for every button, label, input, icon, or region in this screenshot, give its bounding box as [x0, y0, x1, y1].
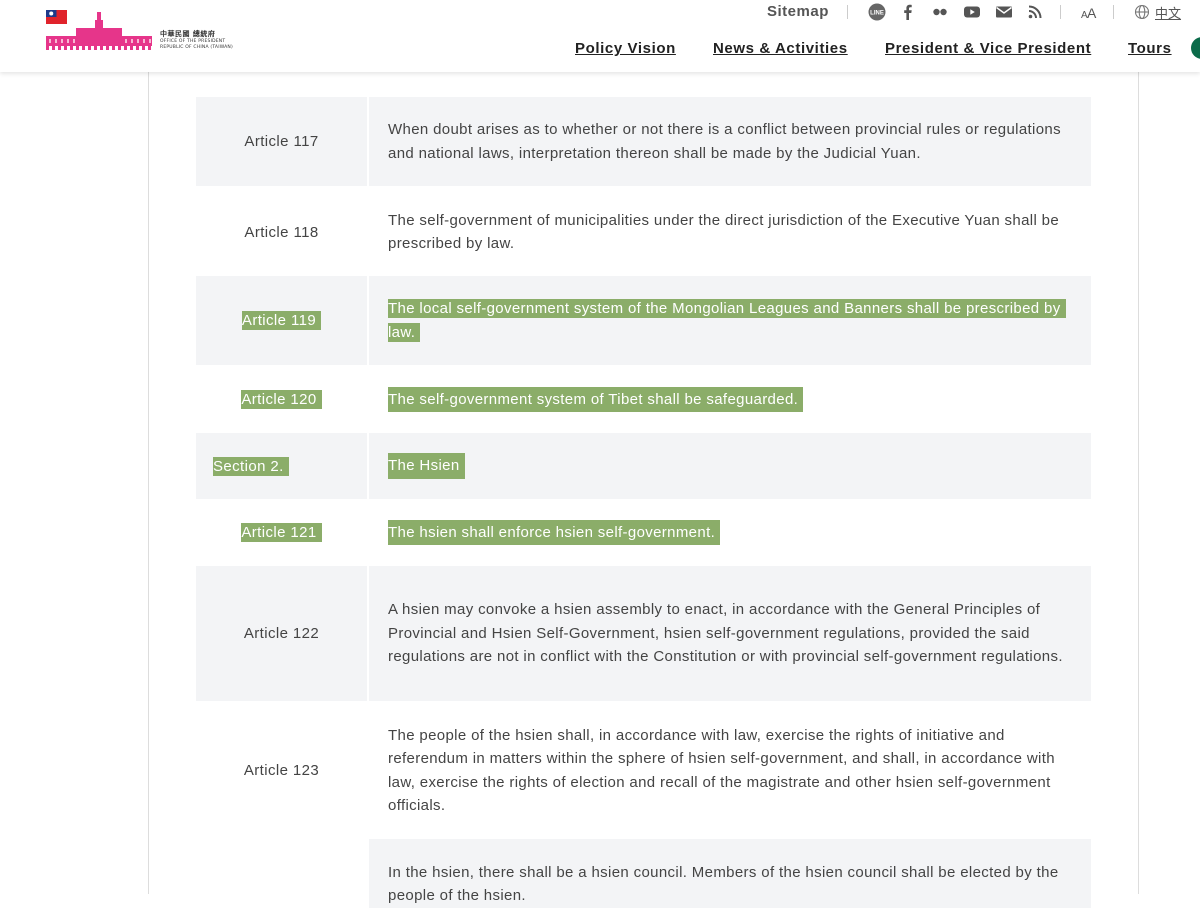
article-text: A hsien may convoke a hsien assembly to … — [388, 601, 1063, 666]
article-number-cell: Article 119 — [196, 276, 367, 365]
article-number-cell: Article 117 — [196, 97, 367, 186]
sitemap-link[interactable]: Sitemap — [767, 3, 829, 20]
section-number-cell: Section 2. — [196, 433, 367, 499]
font-size-icon[interactable]: A A — [1080, 3, 1098, 21]
article-number: Article 122 — [243, 625, 320, 642]
globe-icon[interactable] — [1134, 4, 1150, 20]
article-number: Article 120 — [241, 390, 322, 409]
article-text-cell: In the hsien, there shall be a hsien cou… — [369, 839, 1091, 908]
table-row: Article 120 The self-government system o… — [196, 366, 1091, 433]
article-text: The self-government of municipalities un… — [388, 211, 1060, 252]
article-text-cell: The people of the hsien shall, in accord… — [369, 702, 1091, 839]
article-number: Article 118 — [244, 223, 319, 241]
article-text: When doubt arises as to whether or not t… — [388, 121, 1061, 162]
utility-divider — [1113, 5, 1114, 19]
section-number: Section 2. — [213, 456, 289, 476]
svg-text:LINE: LINE — [870, 11, 884, 17]
article-number: Article 123 — [243, 762, 320, 779]
table-row: Article 121 The hsien shall enforce hsie… — [196, 499, 1091, 566]
content-border-left — [148, 72, 149, 894]
nav-policy-vision[interactable]: Policy Vision — [575, 40, 676, 57]
nav-president-vice-president[interactable]: President & Vice President — [885, 40, 1091, 57]
article-text: The hsien shall enforce hsien self-gover… — [388, 519, 721, 546]
nav-tours[interactable]: Tours — [1128, 40, 1172, 57]
site-header: 中華民國 總統府 OFFICE OF THE PRESIDENT REPUBLI… — [0, 0, 1200, 72]
article-number-cell: Article 121 — [196, 499, 367, 566]
facebook-icon[interactable] — [899, 3, 917, 21]
table-row: In the hsien, there shall be a hsien cou… — [196, 839, 1091, 908]
article-number: Article 121 — [241, 523, 322, 542]
constitution-articles-table: Article 117 When doubt arises as to whet… — [196, 97, 1091, 908]
article-text: In the hsien, there shall be a hsien cou… — [388, 864, 1059, 905]
table-row: Article 123 The people of the hsien shal… — [196, 702, 1091, 839]
table-row: Article 118 The self-government of munic… — [196, 188, 1091, 276]
table-row: Article 119 The local self-government sy… — [196, 276, 1091, 365]
rss-icon[interactable] — [1026, 3, 1044, 21]
content-border-right — [1138, 72, 1139, 894]
svg-text:A: A — [1087, 5, 1097, 21]
mail-icon[interactable] — [995, 3, 1013, 21]
article-number-cell: Article 122 — [196, 566, 367, 701]
table-row: Article 122 A hsien may convoke a hsien … — [196, 566, 1091, 701]
table-row: Article 117 When doubt arises as to whet… — [196, 97, 1091, 186]
youtube-icon[interactable] — [963, 3, 981, 21]
article-text-cell: The self-government of municipalities un… — [369, 188, 1091, 276]
flickr-icon[interactable] — [931, 3, 949, 21]
article-number: Article 119 — [241, 311, 322, 330]
article-number: Article 117 — [244, 133, 319, 150]
nav-news-activities[interactable]: News & Activities — [713, 40, 848, 57]
article-text: The self-government system of Tibet shal… — [388, 386, 804, 413]
article-number-cell: Article 123 — [196, 702, 367, 839]
article-number-cell: Article 120 — [196, 366, 367, 433]
main-nav: Policy Vision News & Activities Presiden… — [0, 40, 1200, 62]
line-icon[interactable]: LINE — [868, 3, 886, 21]
article-text-cell: When doubt arises as to whether or not t… — [369, 97, 1091, 186]
utility-divider — [847, 5, 848, 19]
article-text-cell: The hsien shall enforce hsien self-gover… — [369, 499, 1091, 566]
section-title: The Hsien — [388, 453, 465, 479]
language-switch-link[interactable]: 中文 — [1155, 3, 1181, 22]
section-title-cell: The Hsien — [369, 433, 1091, 499]
article-text-cell: A hsien may convoke a hsien assembly to … — [369, 566, 1091, 701]
utility-bar: Sitemap LINE A A 中文 — [760, 0, 1200, 24]
article-text: The local self-government system of the … — [388, 299, 1066, 342]
article-text-cell: The self-government system of Tibet shal… — [369, 366, 1091, 433]
table-row-section: Section 2. The Hsien — [196, 433, 1091, 499]
utility-divider — [1060, 5, 1061, 19]
article-text: The people of the hsien shall, in accord… — [388, 726, 1055, 814]
article-text-cell: The local self-government system of the … — [369, 276, 1091, 365]
article-number-cell: Article 118 — [196, 188, 367, 276]
logo-chinese-name: 中華民國 總統府 — [160, 30, 216, 38]
